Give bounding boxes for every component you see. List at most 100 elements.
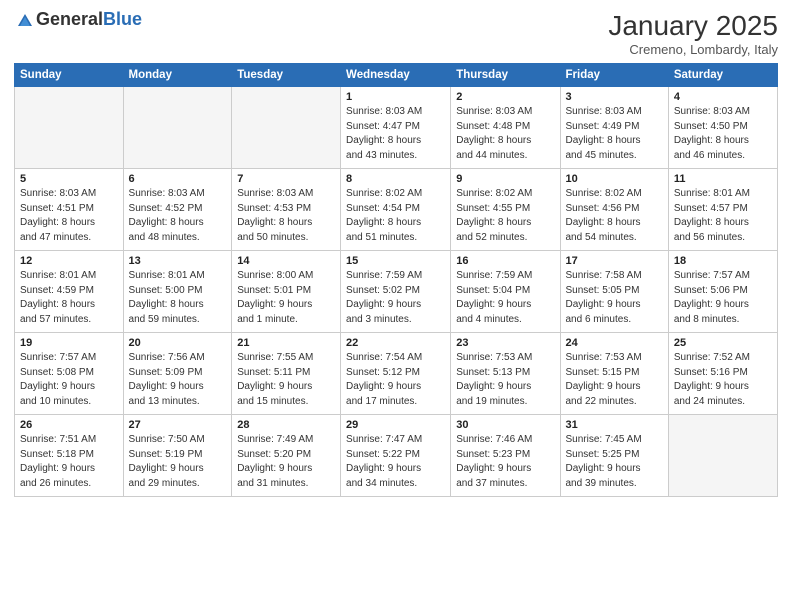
day-number: 24 (566, 337, 663, 349)
day-number: 15 (346, 255, 445, 267)
weekday-header-sunday: Sunday (15, 64, 124, 87)
calendar-week-3: 19 Sunrise: 7:57 AM Sunset: 5:08 PM Dayli… (15, 333, 778, 415)
day-info: Sunrise: 7:57 AM Sunset: 5:06 PM Dayligh… (674, 269, 772, 327)
day-number: 26 (20, 419, 118, 431)
day-number: 5 (20, 173, 118, 185)
calendar-cell: 25 Sunrise: 7:52 AM Sunset: 5:16 PM Dayli… (668, 333, 777, 415)
day-number: 18 (674, 255, 772, 267)
calendar-cell: 11 Sunrise: 8:01 AM Sunset: 4:57 PM Dayli… (668, 169, 777, 251)
day-number: 6 (129, 173, 227, 185)
calendar-cell: 6 Sunrise: 8:03 AM Sunset: 4:52 PM Daylig… (123, 169, 232, 251)
weekday-header-wednesday: Wednesday (341, 64, 451, 87)
logo-icon (16, 12, 34, 30)
calendar-cell: 28 Sunrise: 7:49 AM Sunset: 5:20 PM Dayli… (232, 415, 341, 497)
title-block: January 2025 Cremeno, Lombardy, Italy (608, 10, 778, 57)
calendar-cell: 22Sunrise: 7:54 AM Sunset: 5:12 PM Dayli… (341, 333, 451, 415)
day-info: Sunrise: 7:59 AM Sunset: 5:02 PM Dayligh… (346, 269, 445, 327)
day-number: 25 (674, 337, 772, 349)
day-info: Sunrise: 8:03 AM Sunset: 4:49 PM Dayligh… (566, 105, 663, 163)
day-number: 10 (566, 173, 663, 185)
calendar-cell: 31 Sunrise: 7:45 AM Sunset: 5:25 PM Dayli… (560, 415, 668, 497)
calendar-cell: 21 Sunrise: 7:55 AM Sunset: 5:11 PM Dayli… (232, 333, 341, 415)
day-info: Sunrise: 8:02 AM Sunset: 4:56 PM Dayligh… (566, 187, 663, 245)
day-number: 4 (674, 91, 772, 103)
day-number: 17 (566, 255, 663, 267)
day-info: Sunrise: 7:56 AM Sunset: 5:09 PM Dayligh… (129, 351, 227, 409)
day-info: Sunrise: 8:03 AM Sunset: 4:48 PM Dayligh… (456, 105, 554, 163)
calendar-cell: 27 Sunrise: 7:50 AM Sunset: 5:19 PM Dayli… (123, 415, 232, 497)
calendar-cell: 29 Sunrise: 7:47 AM Sunset: 5:22 PM Dayli… (341, 415, 451, 497)
day-number: 7 (237, 173, 335, 185)
day-info: Sunrise: 7:52 AM Sunset: 5:16 PM Dayligh… (674, 351, 772, 409)
day-number: 8 (346, 173, 445, 185)
calendar-cell (15, 87, 124, 169)
day-info: Sunrise: 8:03 AM Sunset: 4:51 PM Dayligh… (20, 187, 118, 245)
calendar-cell: 15 Sunrise: 7:59 AM Sunset: 5:02 PM Dayli… (341, 251, 451, 333)
header: GeneralBlue January 2025 Cremeno, Lombar… (14, 10, 778, 57)
day-number: 19 (20, 337, 118, 349)
day-info: Sunrise: 7:58 AM Sunset: 5:05 PM Dayligh… (566, 269, 663, 327)
day-info: Sunrise: 8:01 AM Sunset: 4:59 PM Dayligh… (20, 269, 118, 327)
day-number: 21 (237, 337, 335, 349)
calendar-cell: 3Sunrise: 8:03 AM Sunset: 4:49 PM Daylig… (560, 87, 668, 169)
day-info: Sunrise: 7:57 AM Sunset: 5:08 PM Dayligh… (20, 351, 118, 409)
day-info: Sunrise: 8:03 AM Sunset: 4:50 PM Dayligh… (674, 105, 772, 163)
day-number: 9 (456, 173, 554, 185)
logo: GeneralBlue (14, 10, 142, 35)
calendar-cell: 9 Sunrise: 8:02 AM Sunset: 4:55 PM Daylig… (451, 169, 560, 251)
day-info: Sunrise: 7:51 AM Sunset: 5:18 PM Dayligh… (20, 433, 118, 491)
day-number: 28 (237, 419, 335, 431)
calendar-cell (668, 415, 777, 497)
calendar-cell: 14Sunrise: 8:00 AM Sunset: 5:01 PM Dayli… (232, 251, 341, 333)
calendar-cell: 13 Sunrise: 8:01 AM Sunset: 5:00 PM Dayli… (123, 251, 232, 333)
day-number: 27 (129, 419, 227, 431)
logo-blue-text: Blue (103, 9, 142, 29)
day-info: Sunrise: 7:59 AM Sunset: 5:04 PM Dayligh… (456, 269, 554, 327)
calendar-week-2: 12 Sunrise: 8:01 AM Sunset: 4:59 PM Dayli… (15, 251, 778, 333)
day-info: Sunrise: 7:55 AM Sunset: 5:11 PM Dayligh… (237, 351, 335, 409)
day-info: Sunrise: 7:46 AM Sunset: 5:23 PM Dayligh… (456, 433, 554, 491)
calendar-body: 1Sunrise: 8:03 AM Sunset: 4:47 PM Daylig… (15, 87, 778, 497)
day-info: Sunrise: 7:45 AM Sunset: 5:25 PM Dayligh… (566, 433, 663, 491)
calendar-cell: 10 Sunrise: 8:02 AM Sunset: 4:56 PM Dayli… (560, 169, 668, 251)
weekday-header-tuesday: Tuesday (232, 64, 341, 87)
weekday-header-friday: Friday (560, 64, 668, 87)
calendar-cell: 20 Sunrise: 7:56 AM Sunset: 5:09 PM Dayli… (123, 333, 232, 415)
day-info: Sunrise: 8:01 AM Sunset: 4:57 PM Dayligh… (674, 187, 772, 245)
day-info: Sunrise: 8:02 AM Sunset: 4:54 PM Dayligh… (346, 187, 445, 245)
calendar-cell: 2 Sunrise: 8:03 AM Sunset: 4:48 PM Daylig… (451, 87, 560, 169)
calendar-cell: 7Sunrise: 8:03 AM Sunset: 4:53 PM Daylig… (232, 169, 341, 251)
day-info: Sunrise: 8:03 AM Sunset: 4:52 PM Dayligh… (129, 187, 227, 245)
day-info: Sunrise: 7:47 AM Sunset: 5:22 PM Dayligh… (346, 433, 445, 491)
day-number: 29 (346, 419, 445, 431)
page: GeneralBlue January 2025 Cremeno, Lombar… (0, 0, 792, 612)
day-number: 12 (20, 255, 118, 267)
calendar-cell (232, 87, 341, 169)
day-number: 20 (129, 337, 227, 349)
day-info: Sunrise: 8:01 AM Sunset: 5:00 PM Dayligh… (129, 269, 227, 327)
logo-general-text: General (36, 9, 103, 29)
day-number: 16 (456, 255, 554, 267)
calendar-cell: 26 Sunrise: 7:51 AM Sunset: 5:18 PM Dayli… (15, 415, 124, 497)
calendar-cell: 8 Sunrise: 8:02 AM Sunset: 4:54 PM Daylig… (341, 169, 451, 251)
calendar-week-1: 5 Sunrise: 8:03 AM Sunset: 4:51 PM Daylig… (15, 169, 778, 251)
calendar-cell: 16 Sunrise: 7:59 AM Sunset: 5:04 PM Dayli… (451, 251, 560, 333)
calendar-cell: 5 Sunrise: 8:03 AM Sunset: 4:51 PM Daylig… (15, 169, 124, 251)
day-info: Sunrise: 8:00 AM Sunset: 5:01 PM Dayligh… (237, 269, 335, 327)
weekday-header-thursday: Thursday (451, 64, 560, 87)
day-info: Sunrise: 7:53 AM Sunset: 5:13 PM Dayligh… (456, 351, 554, 409)
location: Cremeno, Lombardy, Italy (608, 42, 778, 57)
day-info: Sunrise: 7:50 AM Sunset: 5:19 PM Dayligh… (129, 433, 227, 491)
day-number: 22 (346, 337, 445, 349)
calendar-cell: 19 Sunrise: 7:57 AM Sunset: 5:08 PM Dayli… (15, 333, 124, 415)
calendar-week-0: 1Sunrise: 8:03 AM Sunset: 4:47 PM Daylig… (15, 87, 778, 169)
day-number: 2 (456, 91, 554, 103)
calendar-header: SundayMondayTuesdayWednesdayThursdayFrid… (15, 64, 778, 87)
day-number: 13 (129, 255, 227, 267)
day-number: 30 (456, 419, 554, 431)
day-info: Sunrise: 7:49 AM Sunset: 5:20 PM Dayligh… (237, 433, 335, 491)
day-number: 11 (674, 173, 772, 185)
calendar-cell: 12 Sunrise: 8:01 AM Sunset: 4:59 PM Dayli… (15, 251, 124, 333)
day-number: 31 (566, 419, 663, 431)
day-info: Sunrise: 8:02 AM Sunset: 4:55 PM Dayligh… (456, 187, 554, 245)
